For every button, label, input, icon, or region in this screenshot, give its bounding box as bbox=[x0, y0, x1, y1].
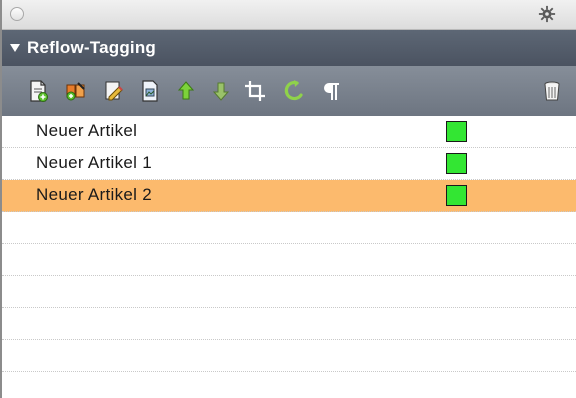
add-to-article-icon[interactable] bbox=[64, 79, 88, 103]
toolbar bbox=[2, 66, 576, 116]
edit-article-icon[interactable] bbox=[102, 79, 126, 103]
article-list: Neuer Artikel Neuer Artikel 1 Neuer Arti… bbox=[2, 116, 576, 372]
status-indicator bbox=[446, 153, 467, 174]
list-item[interactable]: Neuer Artikel 1 bbox=[2, 148, 576, 180]
section-header[interactable]: Reflow-Tagging bbox=[2, 30, 576, 66]
status-indicator bbox=[446, 121, 467, 142]
status-indicator bbox=[446, 185, 467, 206]
new-article-icon[interactable] bbox=[26, 79, 50, 103]
reflow-tagging-panel: Reflow-Tagging Neuer Artikel Neuer Artik… bbox=[0, 0, 576, 398]
crop-icon[interactable] bbox=[243, 79, 267, 103]
empty-row bbox=[2, 276, 576, 308]
close-button[interactable] bbox=[10, 7, 24, 21]
refresh-icon[interactable] bbox=[282, 79, 306, 103]
empty-row bbox=[2, 340, 576, 372]
empty-row bbox=[2, 212, 576, 244]
article-properties-icon[interactable] bbox=[138, 79, 162, 103]
gear-icon[interactable] bbox=[538, 5, 556, 23]
article-label: Neuer Artikel 2 bbox=[36, 185, 152, 204]
section-title: Reflow-Tagging bbox=[27, 38, 157, 57]
panel-titlebar bbox=[2, 0, 576, 30]
article-label: Neuer Artikel 1 bbox=[36, 153, 152, 172]
article-label: Neuer Artikel bbox=[36, 121, 138, 140]
list-item[interactable]: Neuer Artikel bbox=[2, 116, 576, 148]
list-item-selected[interactable]: Neuer Artikel 2 bbox=[2, 180, 576, 212]
empty-row bbox=[2, 244, 576, 276]
trash-icon[interactable] bbox=[540, 79, 564, 103]
move-down-icon[interactable] bbox=[209, 79, 233, 103]
empty-row bbox=[2, 308, 576, 340]
paragraph-icon[interactable] bbox=[320, 79, 344, 103]
disclosure-triangle-icon[interactable] bbox=[10, 44, 20, 52]
move-up-icon[interactable] bbox=[174, 79, 198, 103]
